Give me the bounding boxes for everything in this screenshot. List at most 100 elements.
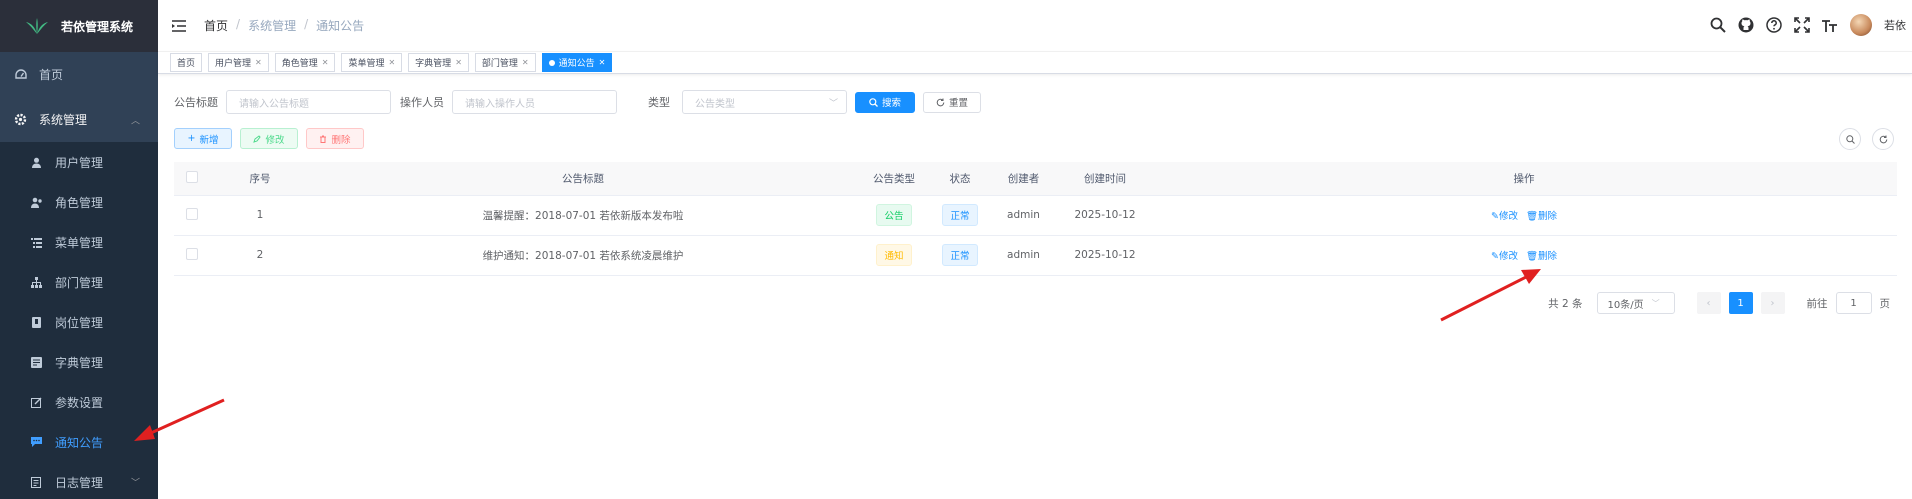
reset-button[interactable]: 重置 [923, 91, 981, 113]
sidebar-item-notice[interactable]: 通知公告 [0, 422, 158, 462]
row-edit-link[interactable]: ✎修改 [1491, 211, 1518, 222]
question-icon[interactable] [1766, 17, 1782, 33]
user-icon [30, 156, 43, 169]
refresh-button[interactable] [1872, 128, 1894, 150]
sidebar-item-config[interactable]: 参数设置 [0, 382, 158, 422]
type-badge: 通知 [876, 244, 912, 266]
search-form: 公告标题 请输入公告标题 操作人员 请输入操作人员 类型 公告类型 ﹀ 搜索 重置 [174, 90, 1896, 114]
logo[interactable]: 若依管理系统 [0, 0, 158, 52]
cell-status: 正常 [932, 235, 988, 276]
operator-search-input[interactable]: 请输入操作人员 [452, 90, 617, 114]
sidebar-item-label: 岗位管理 [55, 315, 104, 330]
toolbar: + 新增 修改 删除 [174, 128, 1896, 150]
font-size-icon[interactable] [1822, 17, 1838, 33]
tag-notice[interactable]: 通知公告 ✕ [541, 53, 613, 72]
cell-title: 维护通知：2018-07-01 若依系统凌晨维护 [310, 235, 856, 276]
tag-label: 用户管理 [215, 59, 252, 69]
breadcrumb-home[interactable]: 首页 [204, 17, 228, 34]
delete-button-label: 删除 [331, 134, 351, 146]
close-icon[interactable]: ✕ [322, 58, 329, 67]
tag-label: 字典管理 [415, 59, 452, 69]
col-header-no: 序号 [210, 162, 310, 196]
prev-page-button[interactable]: ‹ [1696, 292, 1721, 314]
tag-label: 首页 [177, 59, 196, 69]
edit-button[interactable]: 修改 [240, 128, 298, 149]
sidebar-item-label: 部门管理 [55, 275, 104, 290]
username[interactable]: 若依 [1884, 17, 1906, 33]
breadcrumb-separator: / [304, 17, 309, 31]
row-delete-link[interactable]: 🗑删除 [1526, 251, 1557, 262]
tag-dept[interactable]: 部门管理 ✕ [474, 53, 536, 72]
app-root: 若依管理系统 首页 系统管理 ︿ 用户管理 角色管理 菜单管理 部门管理 岗位管… [0, 0, 1912, 499]
sidebar-item-user[interactable]: 用户管理 [0, 142, 158, 182]
next-page-button[interactable]: › [1760, 292, 1785, 314]
tag-dict[interactable]: 字典管理 ✕ [408, 53, 469, 72]
close-icon[interactable]: ✕ [522, 58, 529, 67]
title-search-placeholder: 请输入公告标题 [239, 98, 309, 110]
row-checkbox[interactable] [186, 207, 198, 220]
fullscreen-icon[interactable] [1794, 17, 1810, 33]
sidebar-item-dept[interactable]: 部门管理 [0, 262, 158, 302]
hamburger-icon[interactable] [172, 19, 186, 33]
row-delete-link[interactable]: 🗑删除 [1526, 211, 1557, 222]
row-delete-label: 删除 [1538, 251, 1558, 262]
page-size-select[interactable]: 10条/页 ﹀ [1596, 292, 1675, 314]
sidebar-submenu: 用户管理 角色管理 菜单管理 部门管理 岗位管理 字典管理 参数设置 通知公告 … [0, 142, 158, 499]
type-select[interactable]: 公告类型 ﹀ [682, 90, 847, 114]
github-icon[interactable] [1738, 17, 1754, 33]
page-number-button[interactable]: 1 [1728, 292, 1753, 314]
pagination-total: 共 2 条 [1548, 297, 1583, 310]
row-checkbox[interactable] [186, 247, 198, 260]
chevron-up-icon: ︿ [130, 116, 140, 126]
logo-icon [25, 18, 48, 34]
select-all-checkbox[interactable] [186, 170, 198, 183]
sidebar-item-home[interactable]: 首页 [0, 52, 158, 97]
log-icon [30, 476, 43, 489]
add-button[interactable]: + 新增 [174, 128, 232, 149]
search-icon[interactable] [1710, 17, 1726, 33]
tag-label: 角色管理 [281, 59, 318, 69]
search-icon [869, 97, 878, 107]
close-icon[interactable]: ✕ [455, 58, 462, 67]
sidebar-item-role[interactable]: 角色管理 [0, 182, 158, 222]
title-search-input[interactable]: 请输入公告标题 [226, 90, 391, 114]
page-size-value: 10条/页 [1607, 299, 1644, 311]
type-badge: 公告 [876, 204, 912, 226]
search-button[interactable]: 搜索 [855, 91, 915, 113]
goto-page-input[interactable]: 1 [1835, 292, 1872, 314]
tag-home[interactable]: 首页 [170, 53, 203, 72]
trash-icon: 🗑 [1525, 251, 1539, 262]
col-header-creator: 创建者 [988, 162, 1059, 196]
cell-creator: admin [988, 195, 1059, 236]
sidebar-item-label: 菜单管理 [55, 235, 104, 250]
gear-icon [14, 113, 27, 126]
avatar[interactable] [1850, 14, 1872, 36]
dict-icon [30, 356, 43, 369]
close-icon[interactable]: ✕ [255, 58, 262, 67]
title-label: 公告标题 [174, 96, 218, 109]
toggle-search-button[interactable] [1839, 128, 1861, 150]
tag-user[interactable]: 用户管理 ✕ [208, 53, 269, 72]
sidebar-item-menu[interactable]: 菜单管理 [0, 222, 158, 262]
row-edit-link[interactable]: ✎修改 [1491, 251, 1518, 262]
tag-menu[interactable]: 菜单管理 ✕ [341, 53, 403, 72]
close-icon[interactable]: ✕ [599, 58, 606, 67]
row-delete-label: 删除 [1538, 211, 1558, 222]
edit-icon: ✎ [1490, 251, 1499, 262]
row-select-cell [174, 235, 210, 276]
close-icon[interactable]: ✕ [388, 58, 395, 67]
col-header-title: 公告标题 [310, 162, 856, 196]
chevron-left-icon: ‹ [1706, 297, 1711, 309]
sidebar-item-log[interactable]: 日志管理 ﹀ [0, 462, 158, 499]
delete-button[interactable]: 删除 [306, 128, 364, 149]
type-select-placeholder: 公告类型 [695, 98, 735, 110]
cell-type: 通知 [856, 235, 932, 276]
tags-view: 首页 用户管理 ✕ 角色管理 ✕ 菜单管理 ✕ 字典管理 ✕ 部门管理 ✕ 通知公告 ✕ [158, 52, 1912, 74]
row-edit-label: 修改 [1498, 251, 1518, 262]
tag-role[interactable]: 角色管理 ✕ [274, 53, 336, 72]
cell-type: 公告 [856, 195, 932, 236]
sidebar-item-system[interactable]: 系统管理 ︿ [0, 97, 158, 142]
trash-icon: 🗑 [1525, 211, 1539, 222]
sidebar-item-post[interactable]: 岗位管理 [0, 302, 158, 342]
sidebar-item-dict[interactable]: 字典管理 [0, 342, 158, 382]
